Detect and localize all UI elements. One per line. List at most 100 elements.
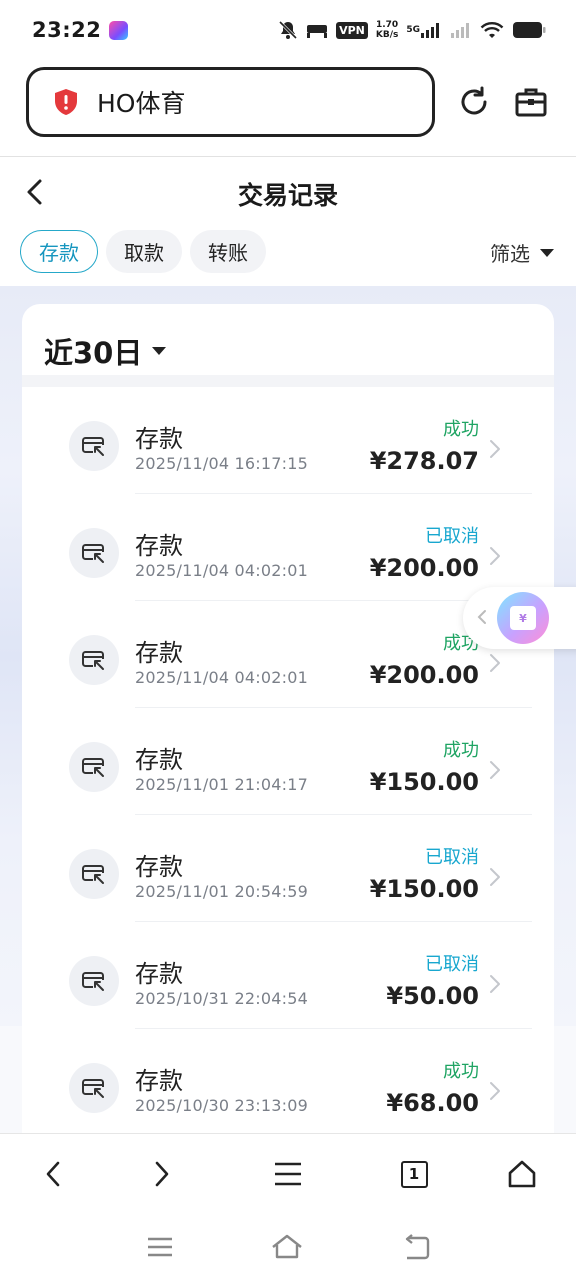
url-bar[interactable]: HO体育 bbox=[26, 67, 435, 137]
vpn-badge: VPN bbox=[336, 21, 368, 39]
transaction-type: 存款 bbox=[135, 1067, 183, 1095]
chevron-right-icon bbox=[490, 868, 500, 886]
deposit-card-icon bbox=[69, 956, 119, 1006]
transaction-status: 已取消 bbox=[425, 954, 479, 975]
transaction-time: 2025/11/04 04:02:01 bbox=[135, 668, 308, 687]
system-home-button[interactable] bbox=[269, 1229, 305, 1265]
transaction-amount: ¥68.00 bbox=[386, 1089, 479, 1117]
home-icon bbox=[508, 1160, 536, 1188]
status-bar: 23:22 VPN 1.70 KB/s 5G bbox=[0, 0, 576, 60]
system-back-button[interactable] bbox=[398, 1229, 434, 1265]
bed-icon bbox=[306, 21, 328, 39]
transaction-status: 成功 bbox=[443, 419, 479, 440]
tab-transfer[interactable]: 转账 bbox=[190, 230, 266, 273]
browser-tabs-button[interactable]: 1 bbox=[392, 1152, 436, 1196]
transaction-amount: ¥150.00 bbox=[369, 875, 479, 903]
transaction-status: 成功 bbox=[443, 740, 479, 761]
transaction-amount: ¥150.00 bbox=[369, 768, 479, 796]
chevron-right-icon bbox=[490, 440, 500, 458]
wifi-icon bbox=[480, 21, 504, 39]
toolbox-icon bbox=[515, 88, 547, 117]
deposit-card-icon bbox=[69, 742, 119, 792]
mute-bell-icon bbox=[278, 20, 298, 40]
net-speed: 1.70 KB/s bbox=[376, 20, 398, 40]
browser-menu-button[interactable] bbox=[266, 1152, 310, 1196]
browser-divider bbox=[0, 156, 576, 157]
transaction-amount: ¥200.00 bbox=[369, 554, 479, 582]
net-speed-value: 1.70 bbox=[375, 20, 399, 30]
browser-home-button[interactable] bbox=[500, 1152, 544, 1196]
network-type: 5G bbox=[406, 24, 420, 35]
recents-icon bbox=[148, 1237, 172, 1257]
chevron-right-icon bbox=[155, 1161, 169, 1187]
transaction-row[interactable]: 存款 2025/11/04 04:02:01 成功 ¥200.00 bbox=[44, 601, 532, 708]
deposit-card-icon bbox=[69, 1063, 119, 1113]
refresh-button[interactable] bbox=[454, 82, 494, 122]
transaction-list: 存款 2025/11/04 16:17:15 成功 ¥278.07 存款 202… bbox=[44, 387, 532, 1136]
transaction-time: 2025/11/01 20:54:59 bbox=[135, 882, 308, 901]
chevron-left-icon bbox=[477, 610, 486, 624]
transaction-time: 2025/11/04 16:17:15 bbox=[135, 454, 308, 473]
filter-label: 筛选 bbox=[490, 242, 530, 266]
signal-weak-icon bbox=[450, 21, 472, 39]
transaction-row[interactable]: 存款 2025/10/31 22:04:54 已取消 ¥50.00 bbox=[44, 922, 532, 1029]
transaction-status: 已取消 bbox=[425, 847, 479, 868]
chevron-right-icon bbox=[490, 654, 500, 672]
status-time: 23:22 bbox=[32, 18, 102, 42]
wallet-bubble-icon: ¥ bbox=[497, 592, 549, 644]
transaction-amount: ¥200.00 bbox=[369, 661, 479, 689]
transaction-row[interactable]: 存款 2025/11/01 20:54:59 已取消 ¥150.00 bbox=[44, 815, 532, 922]
chevron-left-icon bbox=[46, 1161, 60, 1187]
transaction-amount: ¥50.00 bbox=[386, 982, 479, 1010]
menu-icon bbox=[275, 1162, 301, 1186]
period-selector[interactable]: 近30日 bbox=[44, 330, 167, 372]
transaction-time: 2025/11/01 21:04:17 bbox=[135, 775, 308, 794]
floating-wallet-widget[interactable]: ¥ bbox=[463, 587, 576, 649]
transaction-status: 已取消 bbox=[425, 526, 479, 547]
browser-back-button[interactable] bbox=[31, 1152, 75, 1196]
browser-forward-button[interactable] bbox=[140, 1152, 184, 1196]
page-header: 交易记录 bbox=[0, 160, 576, 224]
transaction-row[interactable]: 存款 2025/11/04 04:02:01 已取消 ¥200.00 bbox=[44, 494, 532, 601]
signal-5g-icon: 5G bbox=[406, 21, 442, 39]
transaction-time: 2025/10/31 22:04:54 bbox=[135, 989, 308, 1008]
transaction-type: 存款 bbox=[135, 853, 183, 881]
chevron-right-icon bbox=[490, 761, 500, 779]
deposit-card-icon bbox=[69, 849, 119, 899]
browser-bottom-nav: 1 bbox=[0, 1133, 576, 1213]
transaction-type: 存款 bbox=[135, 425, 183, 453]
toolbox-button[interactable] bbox=[511, 82, 551, 122]
system-recents-button[interactable] bbox=[142, 1229, 178, 1265]
status-icons: VPN 1.70 KB/s 5G bbox=[278, 20, 546, 40]
tab-deposit[interactable]: 存款 bbox=[20, 230, 98, 273]
transaction-time: 2025/10/30 23:13:09 bbox=[135, 1096, 308, 1115]
transaction-type: 存款 bbox=[135, 746, 183, 774]
back-icon bbox=[405, 1234, 430, 1260]
transaction-amount: ¥278.07 bbox=[369, 447, 479, 475]
chevron-right-icon bbox=[490, 975, 500, 993]
refresh-icon bbox=[461, 86, 487, 115]
net-speed-unit: KB/s bbox=[375, 30, 399, 40]
transaction-row[interactable]: 存款 2025/11/04 16:17:15 成功 ¥278.07 bbox=[44, 387, 532, 494]
deposit-card-icon bbox=[69, 421, 119, 471]
chevron-right-icon bbox=[490, 1082, 500, 1100]
transaction-type: 存款 bbox=[135, 532, 183, 560]
transaction-row[interactable]: 存款 2025/10/30 23:13:09 成功 ¥68.00 bbox=[44, 1029, 532, 1136]
transaction-type-tabs: 存款 取款 转账 bbox=[20, 230, 266, 274]
filter-button[interactable]: 筛选 bbox=[490, 238, 554, 267]
chevron-right-icon bbox=[490, 547, 500, 565]
home-icon bbox=[272, 1234, 302, 1259]
transaction-row[interactable]: 存款 2025/11/01 21:04:17 成功 ¥150.00 bbox=[44, 708, 532, 815]
transaction-type: 存款 bbox=[135, 960, 183, 988]
yuan-symbol: ¥ bbox=[510, 606, 536, 630]
deposit-card-icon bbox=[69, 635, 119, 685]
period-caret-icon bbox=[152, 347, 167, 355]
deposit-card-icon bbox=[69, 528, 119, 578]
tab-withdraw[interactable]: 取款 bbox=[106, 230, 182, 273]
tab-count: 1 bbox=[400, 1160, 428, 1188]
system-nav-bar bbox=[0, 1213, 576, 1280]
period-label: 近30日 bbox=[44, 336, 143, 370]
transaction-status: 成功 bbox=[443, 1061, 479, 1082]
security-warning-shield-icon bbox=[51, 87, 81, 117]
battery-icon bbox=[512, 21, 546, 39]
